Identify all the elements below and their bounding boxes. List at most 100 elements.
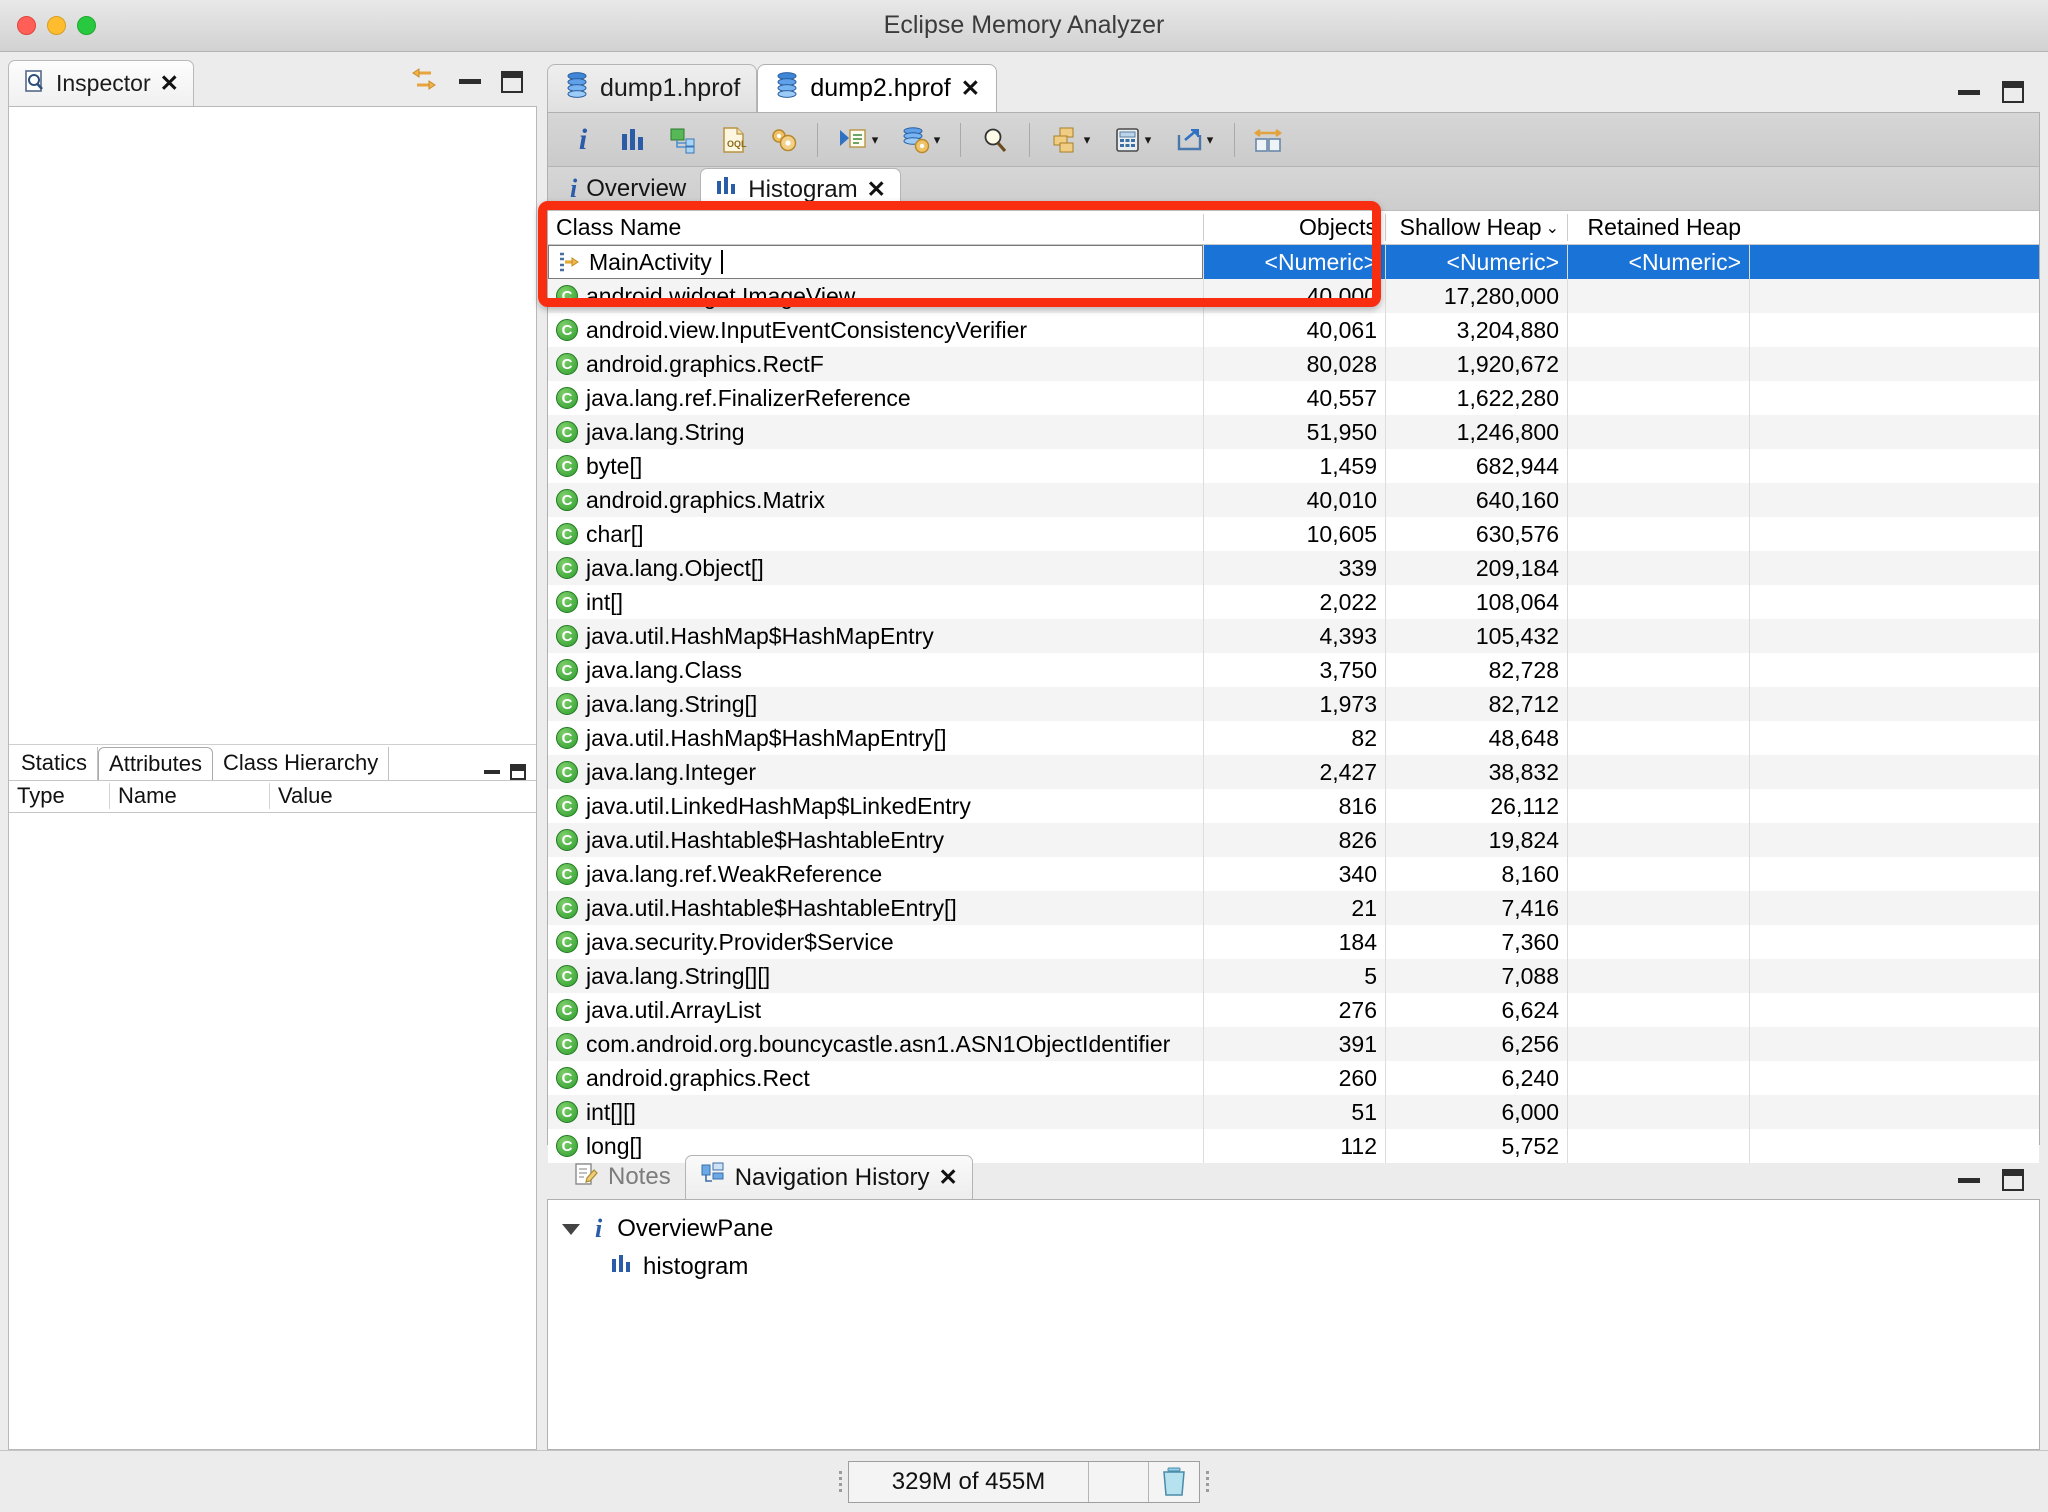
run-garbage-collector-button[interactable] [1149, 1466, 1199, 1498]
chevron-down-icon[interactable]: ▾ [1084, 132, 1091, 148]
dominator-tree-icon[interactable] [660, 118, 706, 162]
cell-filler [1749, 789, 2039, 823]
minimize-icon[interactable] [1958, 1177, 1980, 1183]
chevron-down-icon[interactable]: ▾ [872, 132, 879, 148]
column-value[interactable]: Value [269, 783, 536, 809]
cell-class-name: Cjava.lang.Integer [548, 755, 1203, 789]
cell-class-name: Candroid.graphics.RectF [548, 347, 1203, 381]
nav-tree-item-histogram[interactable]: histogram [562, 1248, 2039, 1286]
class-icon: C [556, 1101, 578, 1123]
tab-attributes[interactable]: Attributes [98, 746, 213, 780]
table-row[interactable]: Cjava.lang.ref.FinalizerReference 40,557 1… [548, 381, 2039, 415]
table-row[interactable]: Ccom.android.org.bouncycastle.asn1.ASN1O… [548, 1027, 2039, 1061]
table-row[interactable]: Cint[] 2,022 108,064 [548, 585, 2039, 619]
close-icon[interactable]: ✕ [867, 178, 886, 201]
histogram-icon[interactable] [610, 118, 656, 162]
minimize-icon[interactable] [459, 79, 481, 84]
cell-shallow-heap: 3,204,880 [1385, 313, 1567, 347]
minimize-icon[interactable] [484, 769, 500, 774]
run-expert-system-icon[interactable] [760, 118, 806, 162]
chevron-down-icon[interactable]: ▾ [934, 132, 941, 148]
status-grip-left [833, 1471, 848, 1492]
table-row[interactable]: Cjava.lang.Class 3,750 82,728 [548, 653, 2039, 687]
table-row[interactable]: Candroid.graphics.Rect 260 6,240 [548, 1061, 2039, 1095]
filter-class-name-input[interactable]: MainActivity [548, 245, 1203, 279]
cell-retained-heap [1567, 653, 1749, 687]
table-row[interactable]: Cjava.util.Hashtable$HashtableEntry[] 21 7… [548, 891, 2039, 925]
tab-dump2-hprof[interactable]: dump2.hprof ✕ [757, 64, 998, 112]
table-row[interactable]: Cjava.lang.Object[] 339 209,184 [548, 551, 2039, 585]
tab-class-hierarchy[interactable]: Class Hierarchy [212, 746, 390, 780]
table-row[interactable]: Candroid.widget.ImageView 40,000 17,280,00… [548, 279, 2039, 313]
nav-tree-item-overviewpane[interactable]: i OverviewPane [562, 1210, 2039, 1248]
link-with-editor-icon[interactable] [409, 64, 439, 99]
tab-notes[interactable]: Notes [559, 1155, 685, 1199]
tab-inspector-label: Inspector [56, 70, 151, 96]
restore-icon[interactable] [510, 763, 526, 780]
close-icon[interactable]: ✕ [938, 1166, 957, 1189]
cell-class-name: Cjava.util.ArrayList [548, 993, 1203, 1027]
table-row[interactable]: Cbyte[] 1,459 682,944 [548, 449, 2039, 483]
filter-retained-input[interactable]: <Numeric> [1567, 245, 1749, 279]
table-row[interactable]: Cjava.lang.String 51,950 1,246,800 [548, 415, 2039, 449]
heap-status-widget[interactable]: 329M of 455M [848, 1460, 1200, 1503]
table-row[interactable]: Candroid.graphics.Matrix 40,010 640,160 [548, 483, 2039, 517]
minimize-icon[interactable] [1958, 89, 1980, 95]
table-row[interactable]: Cjava.util.HashMap$HashMapEntry 4,393 105,… [548, 619, 2039, 653]
histogram-table-header: Class Name Objects Shallow Heap ⌄ Retain… [548, 211, 2039, 245]
oql-icon[interactable]: OQL [710, 118, 756, 162]
compare-icon[interactable] [1246, 118, 1292, 162]
table-row[interactable]: Cjava.security.Provider$Service 184 7,360 [548, 925, 2039, 959]
table-row[interactable]: Cjava.util.HashMap$HashMapEntry[] 82 48,64… [548, 721, 2039, 755]
table-row[interactable]: Cjava.lang.Integer 2,427 38,832 [548, 755, 2039, 789]
table-row[interactable]: Candroid.graphics.RectF 80,028 1,920,672 [548, 347, 2039, 381]
heap-dump-query-icon[interactable]: ▾ [891, 118, 949, 162]
cell-class-name: Cjava.lang.String[] [548, 687, 1203, 721]
calculator-icon[interactable]: ▾ [1103, 118, 1161, 162]
tab-histogram[interactable]: Histogram ✕ [700, 168, 901, 210]
table-row[interactable]: Cjava.util.ArrayList 276 6,624 [548, 993, 2039, 1027]
column-header-shallow-heap[interactable]: Shallow Heap ⌄ [1385, 214, 1567, 241]
table-row[interactable]: Cchar[] 10,605 630,576 [548, 517, 2039, 551]
maximize-icon[interactable] [2002, 1169, 2024, 1191]
tab-dump1-hprof[interactable]: dump1.hprof [547, 64, 758, 112]
queries-icon[interactable]: ▾ [829, 118, 887, 162]
table-row[interactable]: Cjava.util.Hashtable$HashtableEntry 826 19… [548, 823, 2039, 857]
close-icon[interactable]: ✕ [961, 77, 980, 100]
chevron-down-icon[interactable]: ▾ [1145, 132, 1152, 148]
tab-navigation-history[interactable]: Navigation History ✕ [684, 1155, 973, 1199]
search-icon[interactable] [972, 118, 1018, 162]
maximize-icon[interactable] [501, 70, 523, 93]
cell-shallow-heap: 1,920,672 [1385, 347, 1567, 381]
table-row[interactable]: Cjava.lang.String[] 1,973 82,712 [548, 687, 2039, 721]
overview-icon[interactable]: i [560, 118, 606, 162]
table-row[interactable]: Cjava.lang.ref.WeakReference 340 8,160 [548, 857, 2039, 891]
filter-objects-input[interactable]: <Numeric> [1203, 245, 1385, 279]
table-row[interactable]: Cint[][] 51 6,000 [548, 1095, 2039, 1129]
cell-class-name: Cint[] [548, 585, 1203, 619]
filter-shallow-input[interactable]: <Numeric> [1385, 245, 1567, 279]
cell-retained-heap [1567, 1095, 1749, 1129]
close-icon[interactable]: ✕ [160, 72, 179, 95]
chevron-down-icon[interactable] [562, 1223, 580, 1235]
tab-inspector[interactable]: Inspector ✕ [8, 60, 194, 106]
column-type[interactable]: Type [9, 783, 109, 809]
maximize-icon[interactable] [2002, 81, 2024, 103]
cell-class-name: Cjava.lang.ref.FinalizerReference [548, 381, 1203, 415]
tab-overview[interactable]: i Overview [556, 168, 700, 210]
histogram-table: Class Name Objects Shallow Heap ⌄ Retain… [538, 201, 2039, 1163]
cell-filler [1749, 279, 2039, 313]
table-row[interactable]: Cjava.util.LinkedHashMap$LinkedEntry 816 2… [548, 789, 2039, 823]
table-row[interactable]: Cjava.lang.String[][] 5 7,088 [548, 959, 2039, 993]
tab-statics[interactable]: Statics [11, 746, 99, 780]
column-header-objects[interactable]: Objects [1203, 214, 1385, 241]
cell-class-name: Cjava.util.LinkedHashMap$LinkedEntry [548, 789, 1203, 823]
group-result-icon[interactable]: ▾ [1041, 118, 1099, 162]
export-icon[interactable]: ▾ [1165, 118, 1223, 162]
table-row[interactable]: Candroid.view.InputEventConsistencyVerif… [548, 313, 2039, 347]
cell-shallow-heap: 17,280,000 [1385, 279, 1567, 313]
column-header-retained-heap[interactable]: Retained Heap [1567, 214, 1749, 241]
column-name[interactable]: Name [109, 783, 269, 809]
chevron-down-icon[interactable]: ▾ [1207, 132, 1214, 148]
column-header-class-name[interactable]: Class Name [548, 214, 1203, 241]
